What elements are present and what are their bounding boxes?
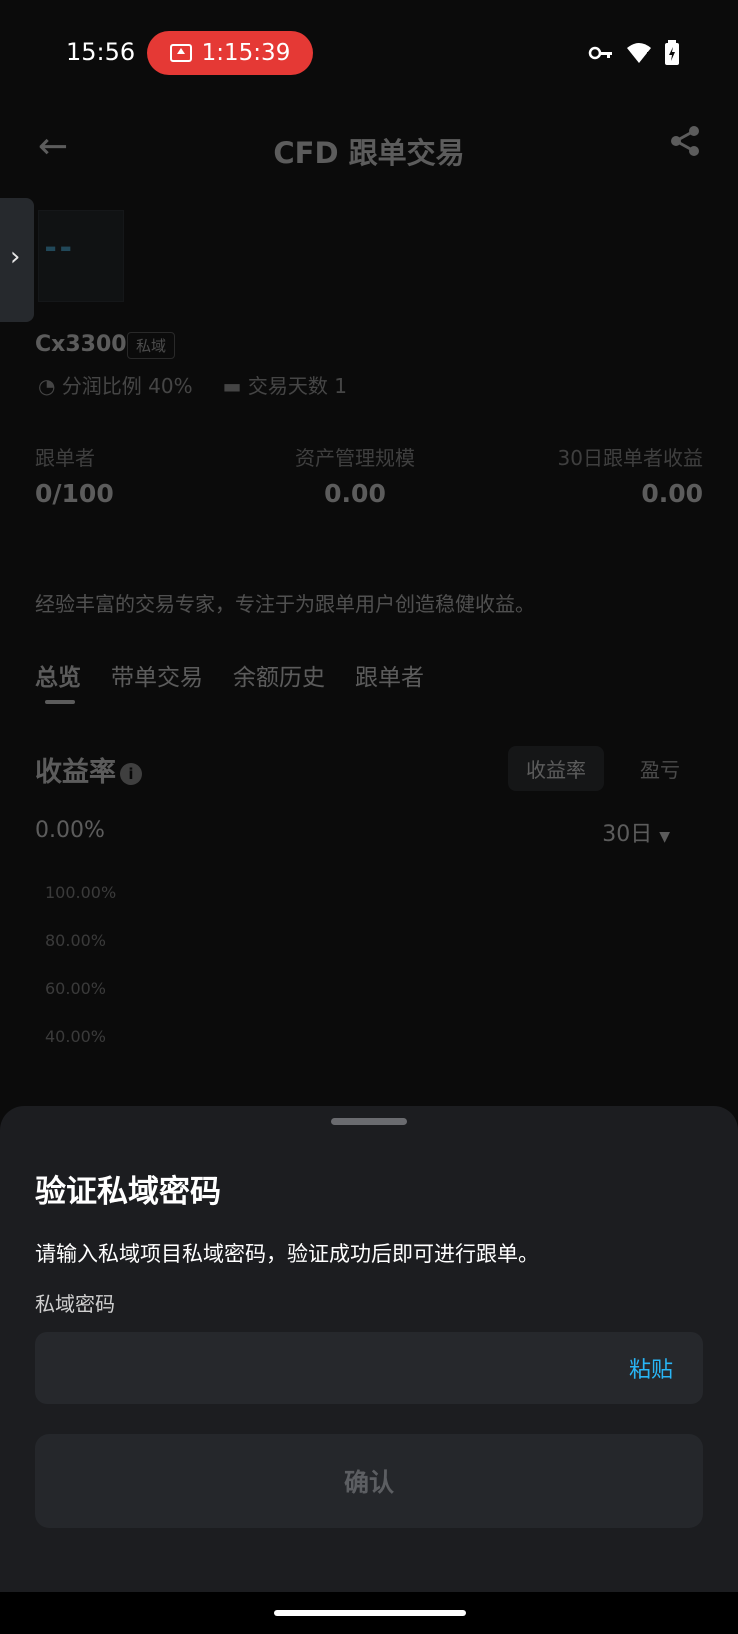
battery-icon xyxy=(665,40,679,65)
avatar-graphic: ▬ ▬ xyxy=(45,241,72,255)
stat-label: 30日跟单者收益 xyxy=(557,446,703,470)
tab-bar: 总览 带单交易 余额历史 跟单者 xyxy=(35,658,424,692)
app-bar: ← CFD 跟单交易 xyxy=(0,110,738,182)
screen-recording-indicator[interactable]: 1:15:39 xyxy=(147,31,313,75)
status-bar: 15:56 1:15:39 xyxy=(0,0,738,110)
stat-value: 0.00 xyxy=(641,479,703,508)
period-label: 30日 xyxy=(602,822,653,847)
period-select[interactable]: 30日 ▼ xyxy=(602,816,670,848)
trade-days: ▬ 交易天数 1 xyxy=(223,370,347,399)
sheet-title: 验证私域密码 xyxy=(35,1174,221,1210)
system-icons xyxy=(588,40,680,66)
recording-icon xyxy=(169,44,192,62)
caret-down-icon: ▼ xyxy=(659,829,670,845)
key-icon xyxy=(588,46,612,60)
rate-chart: 100.00% 80.00% 60.00% 40.00% xyxy=(35,865,675,1145)
rate-value: 0.00% xyxy=(35,818,105,843)
stat-followers: 跟单者 0/100 xyxy=(35,442,114,508)
password-input[interactable] xyxy=(55,1350,579,1388)
trader-name: Cx3300 xyxy=(35,332,127,357)
side-drawer-handle[interactable]: › xyxy=(0,198,34,322)
stat-value: 0/100 xyxy=(35,479,114,508)
password-field: 粘贴 xyxy=(35,1332,703,1404)
recording-time: 1:15:39 xyxy=(201,40,291,66)
wifi-icon xyxy=(627,43,651,63)
sheet-grab-handle[interactable] xyxy=(331,1118,407,1125)
pie-chart-icon: ◔ xyxy=(38,374,56,398)
y-tick: 100.00% xyxy=(45,883,117,902)
tab-overview[interactable]: 总览 xyxy=(35,658,81,692)
trader-avatar: ▬ ▬ xyxy=(38,210,124,302)
stat-label: 跟单者 xyxy=(35,446,95,470)
y-tick: 80.00% xyxy=(45,931,107,950)
system-nav-bar xyxy=(0,1592,738,1634)
profit-share: ◔ 分润比例 40% xyxy=(38,370,193,399)
private-badge: 私域 xyxy=(127,332,176,359)
stats-row: 跟单者 0/100 资产管理规模 0.00 30日跟单者收益 0.00 xyxy=(35,442,703,512)
tab-indicator xyxy=(45,700,75,704)
stat-value: 0.00 xyxy=(324,479,386,508)
background-content: ← CFD 跟单交易 ▬ ▬ Cx3300 私域 ◔ 分润比例 40% ▬ 交易… xyxy=(0,110,738,1110)
password-field-label: 私域密码 xyxy=(35,1292,115,1316)
profit-share-label: 分润比例 xyxy=(61,374,142,398)
trade-days-label: 交易天数 xyxy=(247,374,328,398)
section-title: 收益率 i xyxy=(35,750,142,789)
password-bottom-sheet: 验证私域密码 请输入私域项目私域密码，验证成功后即可进行跟单。 私域密码 粘贴 … xyxy=(0,1106,738,1634)
metric-toggle: 收益率 盈亏 xyxy=(508,746,698,791)
stat-aum: 资产管理规模 0.00 xyxy=(295,442,415,508)
toggle-pnl[interactable]: 盈亏 xyxy=(622,746,698,791)
trader-description: 经验丰富的交易专家，专注于为跟单用户创造稳健收益。 xyxy=(35,592,535,616)
info-icon[interactable]: i xyxy=(120,762,142,785)
profit-share-value: 40% xyxy=(148,374,193,398)
confirm-button[interactable]: 确认 xyxy=(35,1434,703,1528)
y-tick: 60.00% xyxy=(45,979,107,998)
trader-meta: ◔ 分润比例 40% ▬ 交易天数 1 xyxy=(38,370,347,399)
section-title-text: 收益率 xyxy=(35,757,116,788)
stat-30d-profit: 30日跟单者收益 0.00 xyxy=(558,442,703,508)
sheet-description: 请输入私域项目私域密码，验证成功后即可进行跟单。 xyxy=(35,1242,539,1266)
chevron-right-icon: › xyxy=(10,242,21,272)
page-title: CFD 跟单交易 xyxy=(273,136,465,170)
home-gesture-bar[interactable] xyxy=(274,1610,466,1616)
y-tick: 40.00% xyxy=(45,1027,107,1046)
share-icon[interactable] xyxy=(668,124,702,158)
trade-days-value: 1 xyxy=(334,374,347,398)
tab-lead-trades[interactable]: 带单交易 xyxy=(111,658,203,692)
paste-button[interactable]: 粘贴 xyxy=(629,1352,673,1384)
tab-balance-history[interactable]: 余额历史 xyxy=(233,658,325,692)
briefcase-icon: ▬ xyxy=(222,374,242,398)
app-screen: 15:56 1:15:39 ← CFD 跟单交易 ▬ ▬ Cx3300 私域 ◔… xyxy=(0,0,738,1634)
toggle-rate[interactable]: 收益率 xyxy=(508,746,604,791)
tab-followers[interactable]: 跟单者 xyxy=(355,658,424,692)
stat-label: 资产管理规模 xyxy=(295,446,415,470)
status-time: 15:56 xyxy=(66,38,136,66)
